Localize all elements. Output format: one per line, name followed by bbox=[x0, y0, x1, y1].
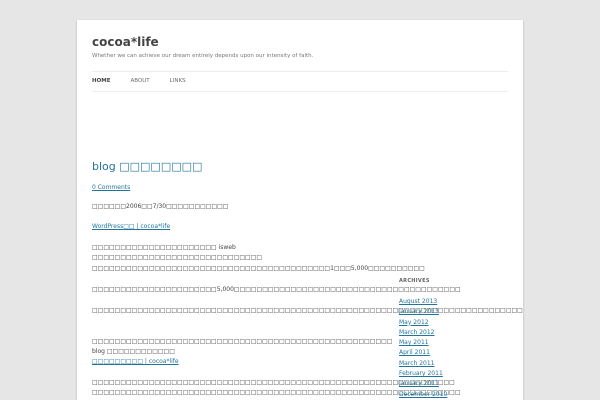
archive-link[interactable]: January 2013 bbox=[399, 307, 509, 317]
nav-item-links[interactable]: LINKS bbox=[170, 78, 186, 84]
post-paragraph: □□□□□□□□□□□□□□□□□□□□□□□□□□□□□□□□□□□□□□□□… bbox=[92, 307, 523, 314]
nav-item-about[interactable]: ABOUT bbox=[131, 78, 150, 84]
post-paragraph: □□□□□□□□□□□□□□□□□□□□□□□□□□□□□□□□□□□□□□□□… bbox=[92, 265, 425, 272]
post-paragraph: □□□□□□□□□□□□□□□□□□□□□□ isweb □□□□□□□□□□□… bbox=[92, 244, 263, 261]
site-title[interactable]: cocoa*life bbox=[92, 35, 159, 49]
archive-link[interactable]: May 2011 bbox=[399, 338, 509, 348]
archive-link[interactable]: March 2012 bbox=[399, 328, 509, 338]
post-paragraph: □□□□□□□□□□□□□□□□□□□□□□□□□□□□□□□□□□□□□□□□… bbox=[92, 338, 393, 355]
archive-list: August 2013 January 2013 May 2012 March … bbox=[399, 297, 509, 400]
nav-item-home[interactable]: HOME bbox=[92, 78, 111, 84]
archive-link[interactable]: January 2011 bbox=[399, 379, 509, 389]
post-entry: blog □□□□□□□□ 0 Comments □□□□□□2006□□7/3… bbox=[92, 160, 523, 396]
archive-link[interactable]: May 2012 bbox=[399, 318, 509, 328]
nav-divider-top bbox=[92, 71, 508, 72]
sidebar-archives: ARCHIVES August 2013 January 2013 May 20… bbox=[399, 278, 509, 400]
post-paragraph: □□□□□□□□□□□□□□□□□□□□□□□□□□□□□□□□□□□□□□□□… bbox=[92, 379, 461, 396]
archive-link[interactable]: April 2011 bbox=[399, 348, 509, 358]
archive-link[interactable]: March 2011 bbox=[399, 359, 509, 369]
comments-link[interactable]: 0 Comments bbox=[92, 184, 367, 191]
page-container: cocoa*life Whether we can achieve our dr… bbox=[77, 20, 523, 400]
nav-divider-bottom bbox=[92, 91, 508, 92]
archive-link[interactable]: August 2013 bbox=[399, 297, 509, 307]
post-paragraph: □□□□□□2006□□7/30□□□□□□□□□□□ bbox=[92, 203, 229, 210]
post-title[interactable]: blog □□□□□□□□ bbox=[92, 160, 367, 173]
post-link-wordpress[interactable]: WordPress□□ | cocoa*life bbox=[92, 222, 170, 232]
post-link-cocoa-life[interactable]: □□□□□□□□□ | cocoa*life bbox=[92, 357, 179, 367]
site-description: Whether we can achieve our dream entirel… bbox=[92, 53, 314, 59]
main-navigation: HOME ABOUT LINKS bbox=[92, 78, 186, 84]
archive-link[interactable]: February 2011 bbox=[399, 369, 509, 379]
archives-heading: ARCHIVES bbox=[399, 278, 430, 284]
archive-link[interactable]: December 2010 bbox=[399, 390, 509, 400]
